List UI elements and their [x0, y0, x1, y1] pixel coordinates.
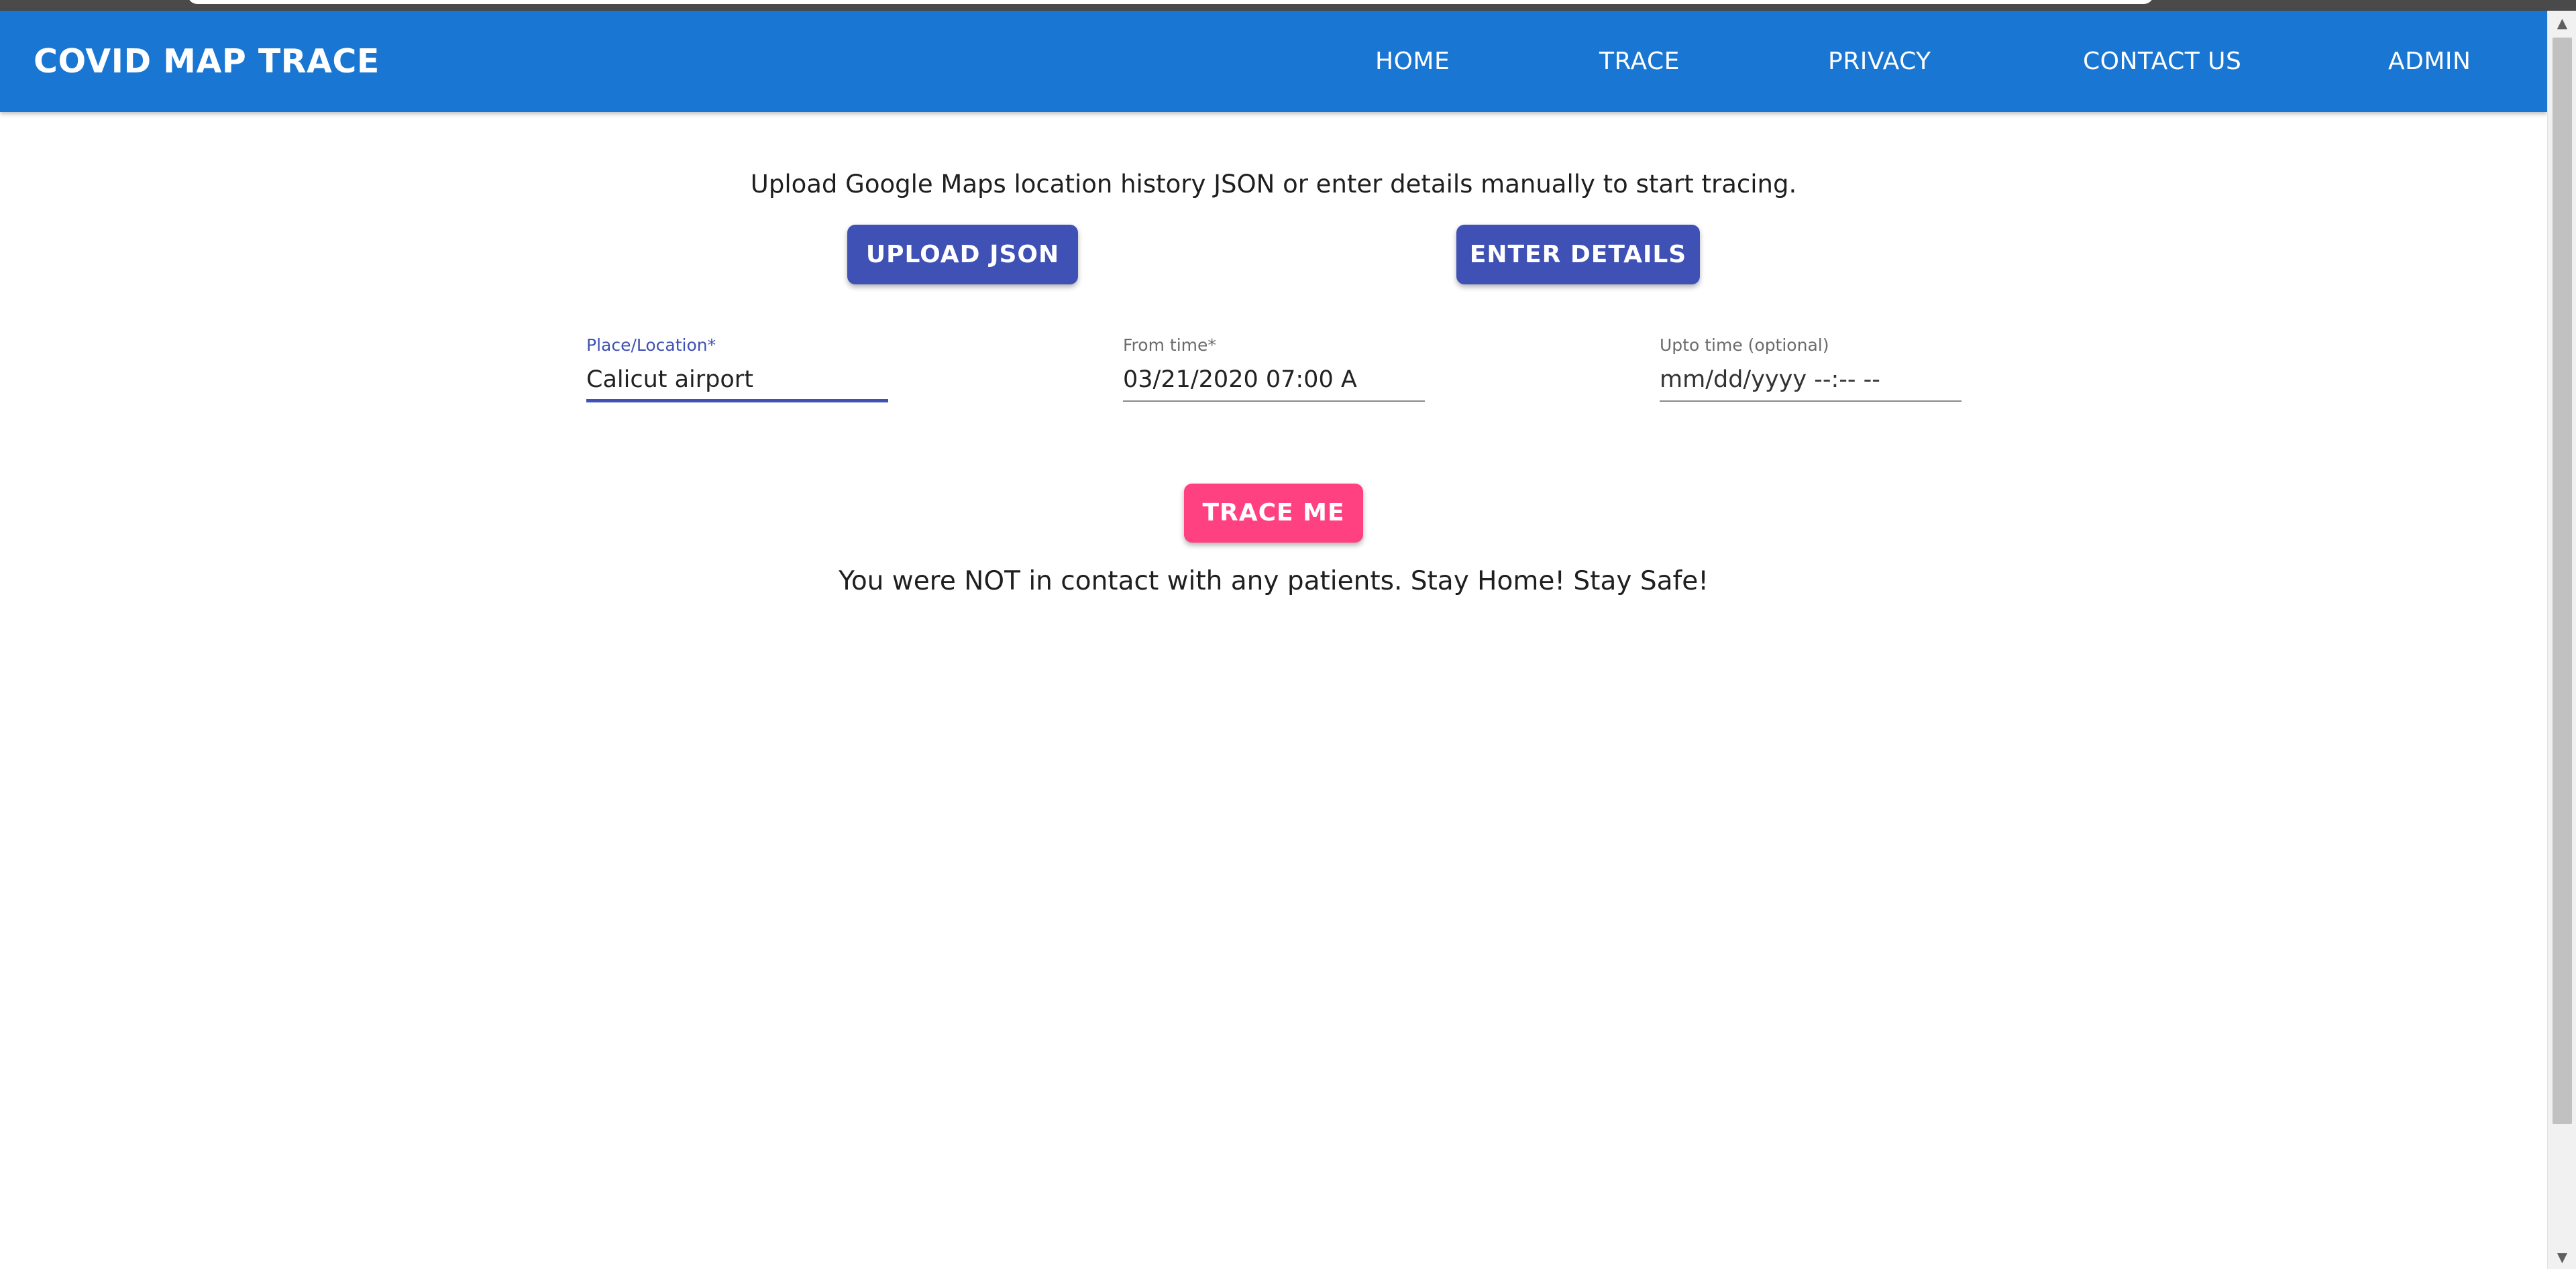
place-location-underline: [586, 399, 888, 402]
upto-time-underline: [1660, 400, 1962, 402]
browser-tab-strip: [0, 0, 2576, 11]
place-location-label: Place/Location*: [586, 335, 716, 355]
scroll-up-arrow-icon[interactable]: ▲: [2548, 11, 2576, 35]
from-time-label: From time*: [1123, 335, 1216, 355]
scrollbar-thumb[interactable]: [2553, 38, 2572, 1124]
nav-home[interactable]: HOME: [1375, 11, 1450, 112]
nav-trace[interactable]: TRACE: [1599, 11, 1680, 112]
upload-json-button[interactable]: UPLOAD JSON: [847, 225, 1078, 284]
upto-time-input[interactable]: mm/dd/yyyy --:-- --: [1660, 366, 1880, 393]
brand-title: COVID MAP TRACE: [34, 42, 380, 80]
trace-result-message: You were NOT in contact with any patient…: [839, 566, 1709, 596]
from-time-input[interactable]: 03/21/2020 07:00 AM: [1123, 366, 1358, 393]
intro-text: Upload Google Maps location history JSON…: [750, 170, 1797, 199]
nav-contact-us[interactable]: CONTACT US: [2083, 11, 2241, 112]
browser-chrome-edge: [188, 0, 2153, 4]
place-location-input[interactable]: Calicut airport: [586, 366, 753, 393]
nav-admin[interactable]: ADMIN: [2388, 11, 2471, 112]
scroll-down-arrow-icon[interactable]: ▼: [2548, 1245, 2576, 1269]
app-bar: COVID MAP TRACE HOME TRACE PRIVACY CONTA…: [0, 11, 2547, 112]
upto-time-label: Upto time (optional): [1660, 335, 1829, 355]
nav-privacy[interactable]: PRIVACY: [1828, 11, 1931, 112]
vertical-scrollbar[interactable]: ▲ ▼: [2547, 11, 2576, 1269]
enter-details-button[interactable]: ENTER DETAILS: [1456, 225, 1700, 284]
from-time-underline: [1123, 400, 1425, 402]
trace-me-button[interactable]: TRACE ME: [1184, 484, 1363, 543]
